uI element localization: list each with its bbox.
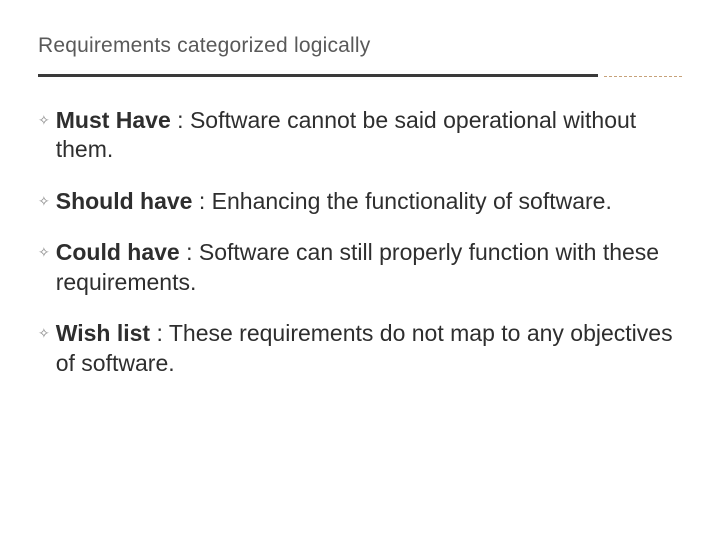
list-item-text: Should have : Enhancing the functionalit… [56, 187, 682, 216]
list-item: ✧ Should have : Enhancing the functional… [38, 187, 682, 216]
item-sep: : [192, 188, 211, 214]
item-label: Should have [56, 188, 193, 214]
star-icon: ✧ [38, 325, 50, 343]
list-item-text: Must Have : Software cannot be said oper… [56, 106, 682, 165]
list-item-text: Could have : Software can still properly… [56, 238, 682, 297]
star-icon: ✧ [38, 244, 50, 262]
bullet-list: ✧ Must Have : Software cannot be said op… [38, 106, 682, 378]
divider-main [38, 74, 598, 77]
slide: Requirements categorized logically ✧ Mus… [0, 0, 720, 540]
list-item-text: Wish list : These requirements do not ma… [56, 319, 682, 378]
slide-title: Requirements categorized logically [38, 34, 682, 58]
item-label: Wish list [56, 320, 150, 346]
item-sep: : [171, 107, 190, 133]
item-label: Could have [56, 239, 180, 265]
item-label: Must Have [56, 107, 171, 133]
star-icon: ✧ [38, 193, 50, 211]
item-desc: Enhancing the functionality of software. [212, 188, 612, 214]
list-item: ✧ Must Have : Software cannot be said op… [38, 106, 682, 165]
divider-accent [604, 76, 682, 77]
item-sep: : [150, 320, 169, 346]
list-item: ✧ Wish list : These requirements do not … [38, 319, 682, 378]
star-icon: ✧ [38, 112, 50, 130]
item-sep: : [180, 239, 199, 265]
list-item: ✧ Could have : Software can still proper… [38, 238, 682, 297]
title-divider [38, 74, 682, 78]
